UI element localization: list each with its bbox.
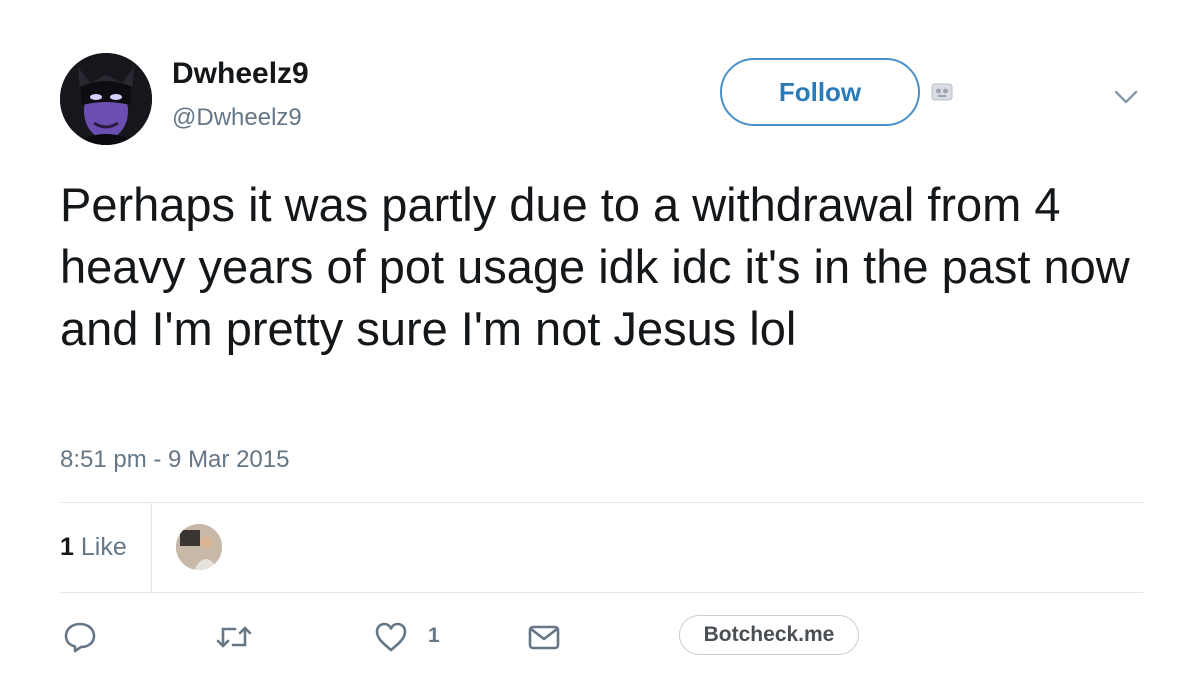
bot-badge-icon[interactable] — [931, 81, 953, 103]
stats-divider — [151, 503, 152, 591]
likes-count: 1 — [60, 533, 74, 561]
liker-avatar[interactable] — [176, 524, 222, 570]
masked-face-avatar-icon — [60, 53, 152, 145]
likes-label: Like — [80, 533, 127, 561]
user-handle[interactable]: @Dwheelz9 — [172, 104, 302, 132]
tweet-timestamp[interactable]: 8:51 pm - 9 Mar 2015 — [60, 446, 289, 474]
divider — [60, 592, 1143, 593]
chevron-down-icon[interactable] — [1113, 88, 1139, 106]
envelope-icon[interactable] — [527, 620, 561, 654]
avatar[interactable] — [60, 53, 152, 145]
display-name[interactable]: Dwheelz9 — [172, 57, 309, 91]
tweet-text: Perhaps it was partly due to a withdrawa… — [60, 178, 1130, 355]
divider — [60, 502, 1143, 503]
likes-stat[interactable]: 1 Like — [60, 533, 127, 562]
heart-icon[interactable] — [374, 620, 408, 654]
botcheck-button[interactable]: Botcheck.me — [679, 615, 859, 655]
like-count: 1 — [428, 624, 440, 647]
follow-button[interactable]: Follow — [720, 58, 920, 126]
reply-icon[interactable] — [63, 620, 97, 654]
retweet-icon[interactable] — [215, 620, 252, 654]
